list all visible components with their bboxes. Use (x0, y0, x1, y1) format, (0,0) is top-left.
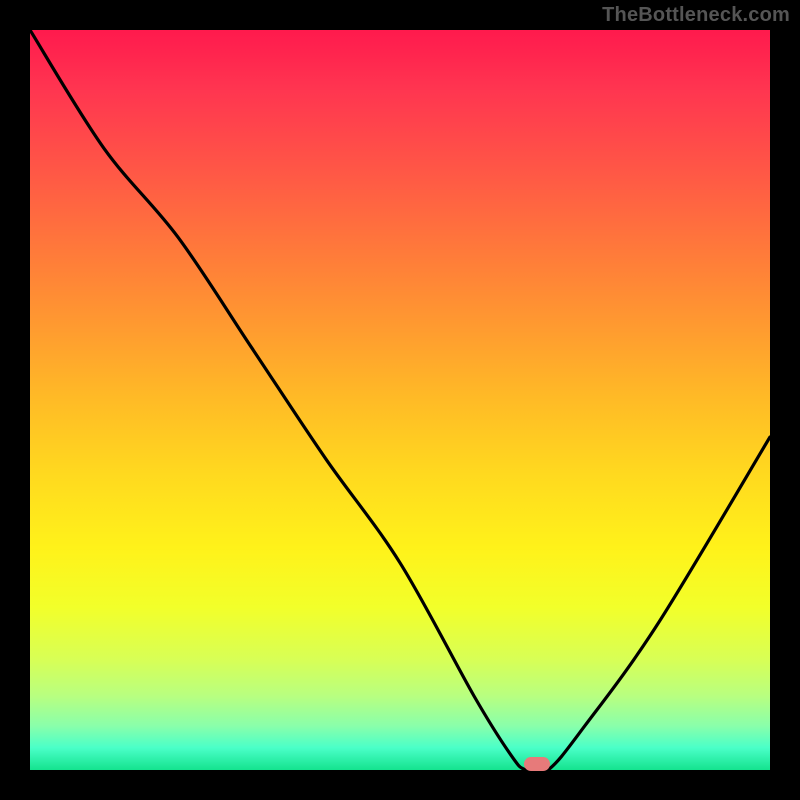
chart-frame: TheBottleneck.com (0, 0, 800, 800)
watermark-text: TheBottleneck.com (602, 4, 790, 27)
plot-area (30, 30, 770, 770)
optimal-marker (524, 757, 550, 771)
bottleneck-curve (30, 30, 770, 770)
